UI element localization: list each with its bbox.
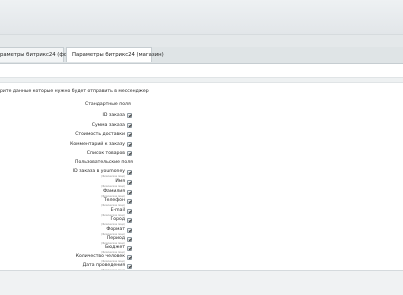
- field-label: Бюджет: [105, 245, 125, 250]
- field-hint: (Физическое лицо): [101, 223, 125, 226]
- field-label: Количество человек: [75, 254, 125, 259]
- field-label: Фамилия: [103, 189, 125, 194]
- section-title-custom: Пользовательские поля: [75, 160, 133, 165]
- field-checkbox-period[interactable]: [127, 237, 132, 242]
- field-checkbox-delivery-cost[interactable]: [127, 132, 132, 137]
- field-checkbox-format[interactable]: [127, 228, 132, 233]
- field-label: ID заказа в youmoney: [72, 169, 125, 174]
- field-label: Имя: [115, 179, 125, 184]
- field-label: Город: [110, 217, 125, 222]
- field-checkbox-product-list[interactable]: [127, 151, 132, 156]
- tab-label: Параметры битрикс24 (магазин): [72, 52, 164, 58]
- field-checkbox-budget[interactable]: [127, 246, 132, 251]
- field-checkbox-city[interactable]: [127, 218, 132, 223]
- field-checkbox-event-date[interactable]: [127, 264, 132, 269]
- field-label: E-mail: [110, 208, 125, 213]
- field-label: Дата проведения: [82, 263, 125, 268]
- field-checkbox-order-id[interactable]: [127, 113, 132, 118]
- field-label: Комментарий к заказу: [70, 142, 125, 147]
- intro-text: рите данные которые нужно будет отправит…: [0, 89, 149, 94]
- field-label: Формат: [106, 227, 125, 232]
- top-header-bar: [0, 0, 403, 35]
- settings-panel: рите данные которые нужно будет отправит…: [0, 63, 403, 295]
- field-checkbox-first-name[interactable]: [127, 180, 132, 185]
- tab-bitrix24-shop[interactable]: Параметры битрикс24 (магазин): [66, 47, 164, 62]
- field-label: Период: [106, 236, 125, 241]
- field-checkbox-order-comment[interactable]: [127, 142, 132, 147]
- field-label: Список товаров: [86, 151, 125, 156]
- panel-divider: [0, 77, 403, 83]
- field-checkbox-youmoney-id[interactable]: [127, 170, 132, 175]
- field-checkbox-last-name[interactable]: [127, 190, 132, 195]
- field-label: Стоимость доставки: [75, 132, 125, 137]
- section-title-standard: Стандартные поля: [85, 102, 131, 107]
- field-label: Сумма заказа: [91, 123, 125, 128]
- field-hint: (Физическое лицо): [101, 185, 125, 188]
- field-label: Телефон: [103, 198, 125, 203]
- field-hint: (Физическое лицо): [101, 204, 125, 207]
- field-checkbox-phone[interactable]: [127, 199, 132, 204]
- tab-bar: раметры битрикс24 (формы) Параметры битр…: [0, 47, 403, 63]
- field-hint: (Физическое лицо): [101, 175, 125, 178]
- field-checkbox-email[interactable]: [127, 209, 132, 214]
- field-label: ID заказа: [102, 113, 125, 118]
- field-checkbox-people-count[interactable]: [127, 255, 132, 260]
- footer-bar: [0, 270, 403, 295]
- tab-bitrix24-forms[interactable]: раметры битрикс24 (формы): [0, 47, 81, 62]
- field-checkbox-order-sum[interactable]: [127, 123, 132, 128]
